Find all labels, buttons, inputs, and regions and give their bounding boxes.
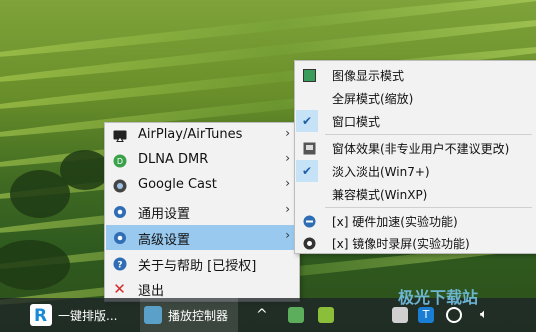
menu-item-label: 高级设置 [138, 233, 191, 248]
menu-item-label: AirPlay/AirTunes [138, 127, 243, 142]
submenu-item-label: 窗体效果(非专业用户不建议更改) [332, 142, 510, 156]
submenu-item-label: 兼容模式(WinXP) [332, 188, 428, 202]
window-effects-icon [302, 141, 317, 156]
taskbar-app-label: 播放控制器 [168, 308, 229, 323]
app-r-icon: R [30, 304, 52, 326]
tray-screen-icon[interactable] [392, 307, 408, 323]
chevron-right-icon: › [285, 151, 290, 165]
chevron-right-icon: › [285, 176, 290, 190]
submenu-item-label: 淡入淡出(Win7+) [332, 165, 430, 179]
submenu-item-label: [x] 镜像时录屏(实验功能) [332, 237, 470, 251]
submenu-item-mirror-record[interactable]: [x] 镜像时录屏(实验功能) [296, 231, 535, 255]
svg-text:D: D [116, 157, 122, 166]
menu-item-label: Google Cast [138, 177, 217, 192]
chevron-right-icon: › [285, 126, 290, 140]
taskbar-app-label: 一键排版... [58, 308, 118, 323]
advanced-settings-submenu: 图像显示模式 全屏模式(缩放) ✔ 窗口模式 窗体效果(非专业用户不建议更改) … [294, 60, 536, 254]
checkmark-icon: ✔ [296, 160, 318, 182]
submenu-item-image-display-mode[interactable]: 图像显示模式 [296, 63, 535, 87]
globe-icon[interactable] [446, 307, 462, 323]
submenu-item-compat-mode[interactable]: 兼容模式(WinXP) [296, 182, 535, 206]
gear-icon [112, 230, 127, 245]
menu-item-airplay[interactable]: AirPlay/AirTunes › [106, 123, 298, 148]
menu-item-dlna[interactable]: D DLNA DMR › [106, 148, 298, 173]
picture-icon [302, 68, 317, 83]
submenu-item-label: 窗口模式 [332, 115, 381, 129]
dlna-icon: D [112, 153, 127, 168]
submenu-item-label: [x] 硬件加速(实验功能) [332, 215, 458, 229]
menu-item-general-settings[interactable]: 通用设置 › [106, 199, 298, 224]
taskbar-app-paiban[interactable]: R 一键排版... [30, 298, 117, 332]
submenu-item-label: 图像显示模式 [332, 69, 405, 83]
menu-item-label: DLNA DMR [138, 152, 209, 167]
help-icon: ? [112, 256, 127, 271]
context-menu: AirPlay/AirTunes › D DLNA DMR › Google C… [104, 122, 300, 302]
submenu-item-fade-in-out[interactable]: ✔ 淡入淡出(Win7+) [296, 159, 535, 183]
tray-t-icon[interactable]: T [418, 307, 434, 323]
svg-text:?: ? [117, 260, 122, 270]
record-icon [302, 236, 317, 251]
menu-divider [325, 134, 532, 135]
submenu-item-window-mode[interactable]: ✔ 窗口模式 [296, 109, 535, 133]
menu-item-label: 通用设置 [138, 207, 191, 222]
submenu-item-label: 全屏模式(缩放) [332, 92, 414, 106]
volume-icon[interactable]: 🔈︎ [480, 307, 496, 323]
menu-item-label: 关于与帮助 [已授权] [138, 259, 257, 274]
chevron-up-icon: ^ [256, 307, 268, 323]
gear-icon [112, 204, 127, 219]
hardware-accel-icon [302, 214, 317, 229]
cast-icon [112, 178, 127, 193]
menu-item-label: 退出 [138, 284, 165, 299]
chevron-right-icon: › [285, 202, 290, 216]
taskbar: R 一键排版... 播放控制器 ^ T 🔈︎ 极光下载站 [0, 288, 536, 332]
player-icon [144, 306, 162, 324]
menu-divider [325, 207, 532, 208]
chevron-right-icon: › [285, 228, 290, 242]
submenu-item-hardware-accel[interactable]: [x] 硬件加速(实验功能) [296, 209, 535, 233]
watermark-logo: 极光下载站 [398, 288, 479, 307]
menu-item-about-help[interactable]: ? 关于与帮助 [已授权] [106, 251, 298, 276]
submenu-item-fullscreen-mode[interactable]: 全屏模式(缩放) [296, 86, 535, 110]
menu-item-google-cast[interactable]: Google Cast › [106, 173, 298, 198]
tray-camera-icon[interactable] [288, 307, 304, 323]
tray-overflow-chevron[interactable]: ^ [256, 298, 268, 332]
submenu-item-window-effects[interactable]: 窗体效果(非专业用户不建议更改) [296, 136, 535, 160]
svg-text:R: R [34, 306, 47, 326]
menu-item-advanced-settings[interactable]: 高级设置 › [106, 225, 298, 250]
airplay-icon [112, 128, 127, 143]
taskbar-app-player-controller[interactable]: 播放控制器 [140, 298, 238, 332]
checkmark-icon: ✔ [296, 110, 318, 132]
close-icon: ✕ [113, 279, 126, 298]
tray-app-icon[interactable] [318, 307, 334, 323]
